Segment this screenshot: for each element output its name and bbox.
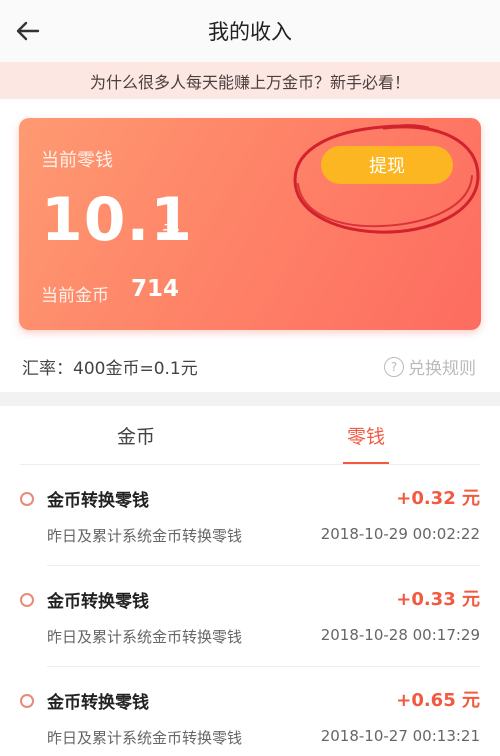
item-amount: +0.33 元 — [396, 589, 480, 610]
item-timestamp: 2018-10-29 00:02:22 — [320, 525, 480, 543]
tab-change[interactable]: 零钱 — [296, 406, 436, 464]
promo-banner-text: 为什么很多人每天能赚上万金币？新手必看！ — [89, 72, 410, 92]
tab-change-label: 零钱 — [346, 425, 385, 448]
withdraw-button-label: 提现 — [369, 156, 405, 177]
list-item[interactable]: 金币转换零钱 +0.65 元 昨日及累计系统金币转换零钱 2018-10-27 … — [0, 667, 500, 756]
promo-banner[interactable]: 为什么很多人每天能赚上万金币？新手必看！ — [0, 62, 500, 99]
back-button[interactable] — [10, 13, 46, 49]
balance-label: 当前零钱 — [41, 150, 113, 171]
item-description: 昨日及累计系统金币转换零钱 — [47, 729, 243, 747]
item-title: 金币转换零钱 — [47, 592, 149, 612]
item-timestamp: 2018-10-28 00:17:29 — [320, 626, 480, 644]
item-title: 金币转换零钱 — [47, 491, 149, 511]
tab-coins[interactable]: 金币 — [66, 406, 206, 464]
tab-coins-label: 金币 — [116, 425, 155, 448]
circle-bullet-icon — [20, 694, 34, 708]
circle-bullet-icon — [20, 593, 34, 607]
item-timestamp: 2018-10-27 00:13:21 — [320, 727, 480, 745]
section-divider — [0, 392, 500, 406]
item-description: 昨日及累计系统金币转换零钱 — [47, 527, 243, 545]
header-bar: 我的收入 — [0, 0, 500, 62]
question-circle-icon: ? — [384, 356, 404, 377]
coins-label: 当前金币 — [41, 286, 109, 306]
withdraw-button[interactable]: 提现 — [321, 146, 453, 184]
exchange-rules-label: 兑换规则 — [408, 359, 476, 379]
item-amount: +0.32 元 — [396, 488, 480, 509]
coins-value: 714 — [131, 276, 180, 302]
exchange-rate-text: 汇率：400金币=0.1元 — [22, 359, 198, 379]
list-item[interactable]: 金币转换零钱 +0.32 元 昨日及累计系统金币转换零钱 2018-10-29 … — [0, 465, 500, 566]
balance-unit: 元 — [162, 222, 180, 243]
circle-bullet-icon — [20, 492, 34, 506]
exchange-rules-link[interactable]: ? 兑换规则 — [384, 354, 476, 379]
item-description: 昨日及累计系统金币转换零钱 — [47, 628, 243, 646]
balance-card: 当前零钱 10.1 元 当前金币 714 提现 — [19, 118, 481, 330]
item-title: 金币转换零钱 — [47, 693, 149, 713]
transaction-list: 金币转换零钱 +0.32 元 昨日及累计系统金币转换零钱 2018-10-29 … — [0, 465, 500, 756]
page-title: 我的收入 — [208, 20, 292, 44]
item-amount: +0.65 元 — [396, 690, 480, 711]
tab-bar: 金币 零钱 — [0, 406, 500, 465]
list-item[interactable]: 金币转换零钱 +0.33 元 昨日及累计系统金币转换零钱 2018-10-28 … — [0, 566, 500, 667]
arrow-left-icon — [16, 21, 40, 41]
